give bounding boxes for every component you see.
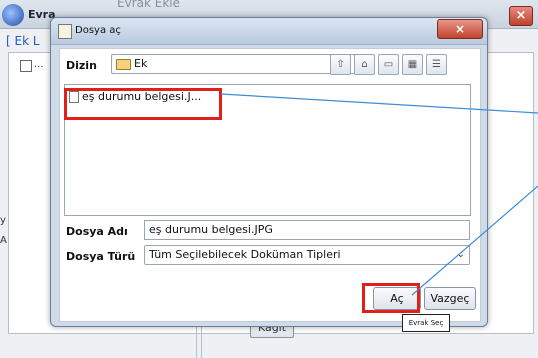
tooltip: Evrak Seç: [402, 314, 450, 332]
highlight-open-button: [362, 283, 420, 313]
app-logo-icon: [2, 4, 24, 26]
home-icon[interactable]: ⌂: [354, 54, 375, 75]
file-icon: [20, 60, 32, 72]
directory-select[interactable]: Ek ⌄: [111, 54, 367, 74]
background-tab[interactable]: [ Ek L: [6, 34, 40, 48]
dialog-title: Dosya aç: [75, 25, 121, 36]
cancel-button[interactable]: Vazgeç: [424, 287, 476, 310]
file-type-value: Tüm Seçilebilecek Doküman Tipleri: [149, 248, 341, 261]
close-icon[interactable]: ×: [437, 19, 483, 39]
details-view-icon[interactable]: ☰: [426, 54, 447, 75]
file-name-value: eş durumu belgesi.JPG: [149, 223, 273, 236]
background-close-button[interactable]: ×: [509, 6, 533, 26]
highlight-file-item: [64, 88, 222, 120]
directory-value: Ek: [134, 57, 148, 70]
new-folder-icon[interactable]: ▭: [378, 54, 399, 75]
folder-icon: [116, 59, 131, 70]
dizin-label: Dizin: [66, 59, 97, 72]
list-view-icon[interactable]: ▦: [402, 54, 423, 75]
up-folder-icon[interactable]: ⇧: [330, 54, 351, 75]
chevron-down-icon: ⌄: [456, 249, 465, 260]
file-open-dialog: Dosya aç × Dizin Ek ⌄ ⇧ ⌂ ▭ ▦ ☰ eş durum…: [50, 17, 488, 327]
dialog-app-icon: [58, 24, 72, 39]
file-name-field[interactable]: eş durumu belgesi.JPG: [144, 220, 470, 240]
background-ghost-title: Evrak Ekle: [117, 0, 180, 10]
file-type-label: Dosya Türü: [66, 250, 136, 263]
background-left-text: y: [0, 215, 6, 226]
file-type-select[interactable]: Tüm Seçilebilecek Doküman Tipleri ⌄: [144, 245, 470, 265]
file-name-label: Dosya Adı: [66, 225, 128, 238]
background-left-text: A: [0, 235, 7, 246]
background-list-item[interactable]: ...: [34, 59, 44, 70]
